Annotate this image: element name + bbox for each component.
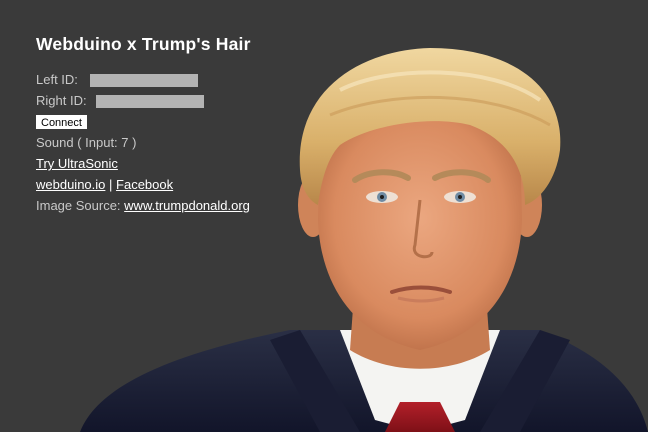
link-separator: |	[109, 177, 113, 192]
right-id-label: Right ID:	[36, 93, 87, 108]
ultrasonic-link[interactable]: Try UltraSonic	[36, 156, 118, 171]
links-row: webduino.io | Facebook	[36, 174, 251, 195]
left-id-row: Left ID:	[36, 69, 251, 90]
image-source-label: Image Source:	[36, 198, 121, 213]
connect-row: Connect	[36, 111, 251, 132]
left-id-label: Left ID:	[36, 72, 78, 87]
right-id-input[interactable]	[95, 95, 204, 109]
control-panel: Webduino x Trump's Hair Left ID: Right I…	[36, 34, 251, 216]
right-id-row: Right ID:	[36, 90, 251, 111]
sound-status: Sound ( Input: 7 )	[36, 135, 137, 150]
page-title: Webduino x Trump's Hair	[36, 34, 251, 54]
connect-button[interactable]: Connect	[36, 115, 87, 129]
facebook-link[interactable]: Facebook	[116, 177, 173, 192]
ultrasonic-row: Try UltraSonic	[36, 153, 251, 174]
webduino-link[interactable]: webduino.io	[36, 177, 105, 192]
left-id-input[interactable]	[89, 74, 198, 88]
image-source-row: Image Source: www.trumpdonald.org	[36, 195, 251, 216]
image-source-link[interactable]: www.trumpdonald.org	[124, 198, 250, 213]
